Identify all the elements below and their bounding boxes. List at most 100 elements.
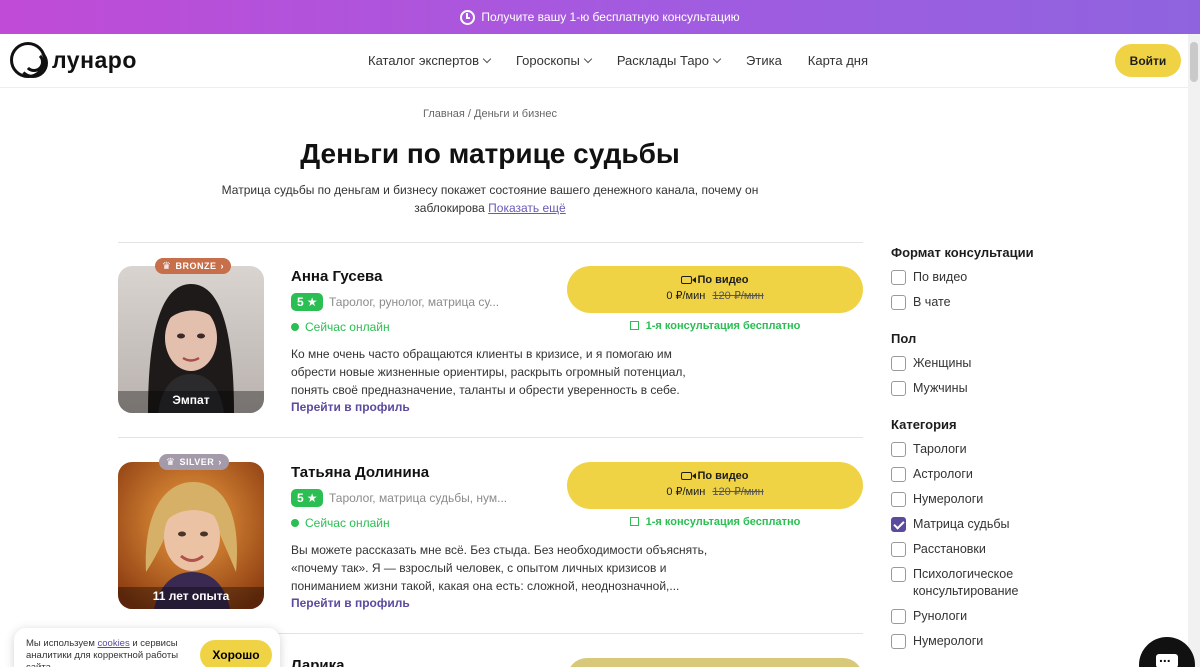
filter-option[interactable]: Нумерологи (891, 491, 1181, 508)
expert-name[interactable]: Анна Гусева (291, 268, 382, 285)
page-lead: Матрица судьбы по деньгам и бизнесу пока… (210, 181, 770, 217)
filter-option[interactable]: Нумерологи (891, 633, 1181, 650)
chat-bubble-icon (1156, 649, 1178, 667)
filter-title: Категория (891, 417, 957, 432)
gift-icon (629, 321, 639, 330)
option-label: Астрологи (913, 467, 973, 481)
option-label: Женщины (913, 356, 972, 370)
nav-item-ethics[interactable]: Этика (746, 53, 782, 68)
nav-item-card-of-day[interactable]: Карта дня (808, 53, 868, 68)
checkbox[interactable] (891, 567, 906, 582)
nav-item-horoscopes[interactable]: Гороскопы (516, 53, 593, 68)
cta-label: По видео (697, 274, 749, 286)
cookie-accept-button[interactable]: Хорошо (200, 640, 272, 667)
filter-option[interactable]: Женщины (891, 355, 1181, 372)
crown-icon: ♛ (166, 456, 176, 468)
cookie-banner: Мы используем cookies и сервисы аналитик… (14, 628, 280, 667)
checkbox[interactable] (891, 492, 906, 507)
filter-option[interactable]: Рунологи (891, 608, 1181, 625)
page-scrollbar[interactable] (1188, 34, 1200, 667)
crown-icon: ♛ (162, 260, 172, 272)
expert-specialties: Таролог, рунолог, матрица су... (329, 295, 500, 309)
video-consult-button[interactable]: По видео 0 ₽/мин 120 ₽/мин (567, 462, 863, 509)
online-dot-icon (291, 519, 299, 527)
filter-option[interactable]: В чате (891, 294, 1181, 311)
expert-name[interactable]: Татьяна Долинина (291, 464, 429, 481)
video-camera-icon (681, 472, 697, 480)
tier-label: SILVER (179, 457, 215, 467)
portrait-image (118, 462, 264, 609)
video-consult-button[interactable] (567, 658, 863, 667)
nav-item-catalog[interactable]: Каталог экспертов (368, 53, 492, 68)
nav-label: Карта дня (807, 53, 868, 68)
filter-option[interactable]: Астрологи (891, 466, 1181, 483)
checkbox[interactable] (891, 467, 906, 482)
option-label: По видео (913, 270, 968, 284)
photo-label: Эмпат (172, 393, 210, 407)
logo-mark-icon (10, 42, 48, 78)
promo-banner[interactable]: Получите вашу 1-ю бесплатную консультаци… (0, 0, 1200, 34)
expert-photo[interactable]: 11 лет опыта (118, 462, 264, 609)
filters-sidebar: Формат консультации По видео В чате Пол … (891, 245, 1181, 667)
filter-option[interactable]: Психологическое консультирование (891, 566, 1181, 600)
filter-option[interactable]: По видео (891, 269, 1181, 286)
option-label: Расстановки (913, 542, 986, 556)
filter-title: Пол (891, 331, 917, 346)
star-icon: ★ (306, 295, 318, 309)
expert-photo[interactable]: Эмпат (118, 266, 264, 413)
expert-description: Вы можете рассказать мне всё. Без стыда.… (291, 543, 708, 593)
price-current: 0 ₽/мин (666, 486, 706, 498)
filter-option[interactable]: Тарологи (891, 441, 1181, 458)
tier-badge[interactable]: ♛ SILVER › (159, 454, 229, 470)
logo[interactable]: лунаро (10, 42, 137, 78)
site-header: лунаро Каталог экспертов Гороскопы Раскл… (0, 34, 1188, 88)
checkbox[interactable] (891, 270, 906, 285)
checkbox[interactable] (891, 356, 906, 371)
option-label: Нумерологи (913, 492, 984, 506)
nav-item-tarot[interactable]: Расклады Таро (617, 53, 722, 68)
checkbox[interactable] (891, 442, 906, 457)
expert-card: ♛ SILVER › 11 лет опыта Татьяна Долинина… (118, 438, 863, 618)
checkbox[interactable] (891, 542, 906, 557)
filter-option[interactable]: Мужчины (891, 380, 1181, 397)
filter-option[interactable]: Расстановки (891, 541, 1181, 558)
filter-gender: Пол Женщины Мужчины (891, 331, 1181, 397)
chevron-down-icon (482, 54, 492, 64)
chevron-right-icon: › (220, 261, 224, 271)
checkbox[interactable] (891, 381, 906, 396)
profile-link[interactable]: Перейти в профиль (291, 596, 410, 610)
expert-card: ♛ BRONZE › Эмпат Анна Гусева 5 ★ Таролог… (118, 242, 863, 422)
page-title: Деньги по матрице судьбы (300, 138, 680, 169)
chevron-down-icon (712, 54, 722, 64)
expert-name[interactable]: Ларика (291, 657, 344, 667)
checkbox[interactable] (891, 295, 906, 310)
filter-option[interactable]: Матрица судьбы (891, 516, 1181, 533)
photo-label: 11 лет опыта (152, 589, 230, 603)
tier-badge[interactable]: ♛ BRONZE › (155, 258, 231, 274)
expert-specialties: Таролог, матрица судьбы, нум... (329, 491, 508, 505)
login-button[interactable]: Войти (1115, 44, 1181, 77)
free-consult-note: 1-я консультация бесплатно (567, 320, 863, 332)
video-consult-button[interactable]: По видео 0 ₽/мин 120 ₽/мин (567, 266, 863, 313)
profile-link[interactable]: Перейти в профиль (291, 400, 410, 414)
nav-label: Этика (746, 53, 782, 68)
checkbox[interactable] (891, 609, 906, 624)
expert-description: Ко мне очень часто обращаются клиенты в … (291, 347, 686, 397)
price-old: 120 ₽/мин (712, 486, 764, 498)
rating-badge: 5 ★ (291, 293, 324, 311)
checkbox-checked[interactable] (891, 517, 906, 532)
lead-text-cont: заблокирова (414, 201, 485, 215)
option-label: Нумерологи (913, 634, 984, 648)
cookie-text: Мы используем cookies и сервисы аналитик… (26, 638, 191, 667)
checkbox[interactable] (891, 634, 906, 649)
scrollbar-thumb[interactable] (1190, 42, 1198, 82)
option-label: Матрица судьбы (913, 517, 1010, 531)
breadcrumb[interactable]: Главная / Деньги и бизнес (0, 108, 980, 120)
show-more-link[interactable]: Показать ещё (488, 201, 566, 215)
video-camera-icon (681, 276, 697, 284)
cookies-link[interactable]: cookies (98, 638, 130, 649)
promo-text: Получите вашу 1-ю бесплатную консультаци… (481, 10, 740, 24)
filter-title: Формат консультации (891, 245, 1034, 260)
tier-label: BRONZE (175, 261, 217, 271)
portrait-image (118, 266, 264, 413)
